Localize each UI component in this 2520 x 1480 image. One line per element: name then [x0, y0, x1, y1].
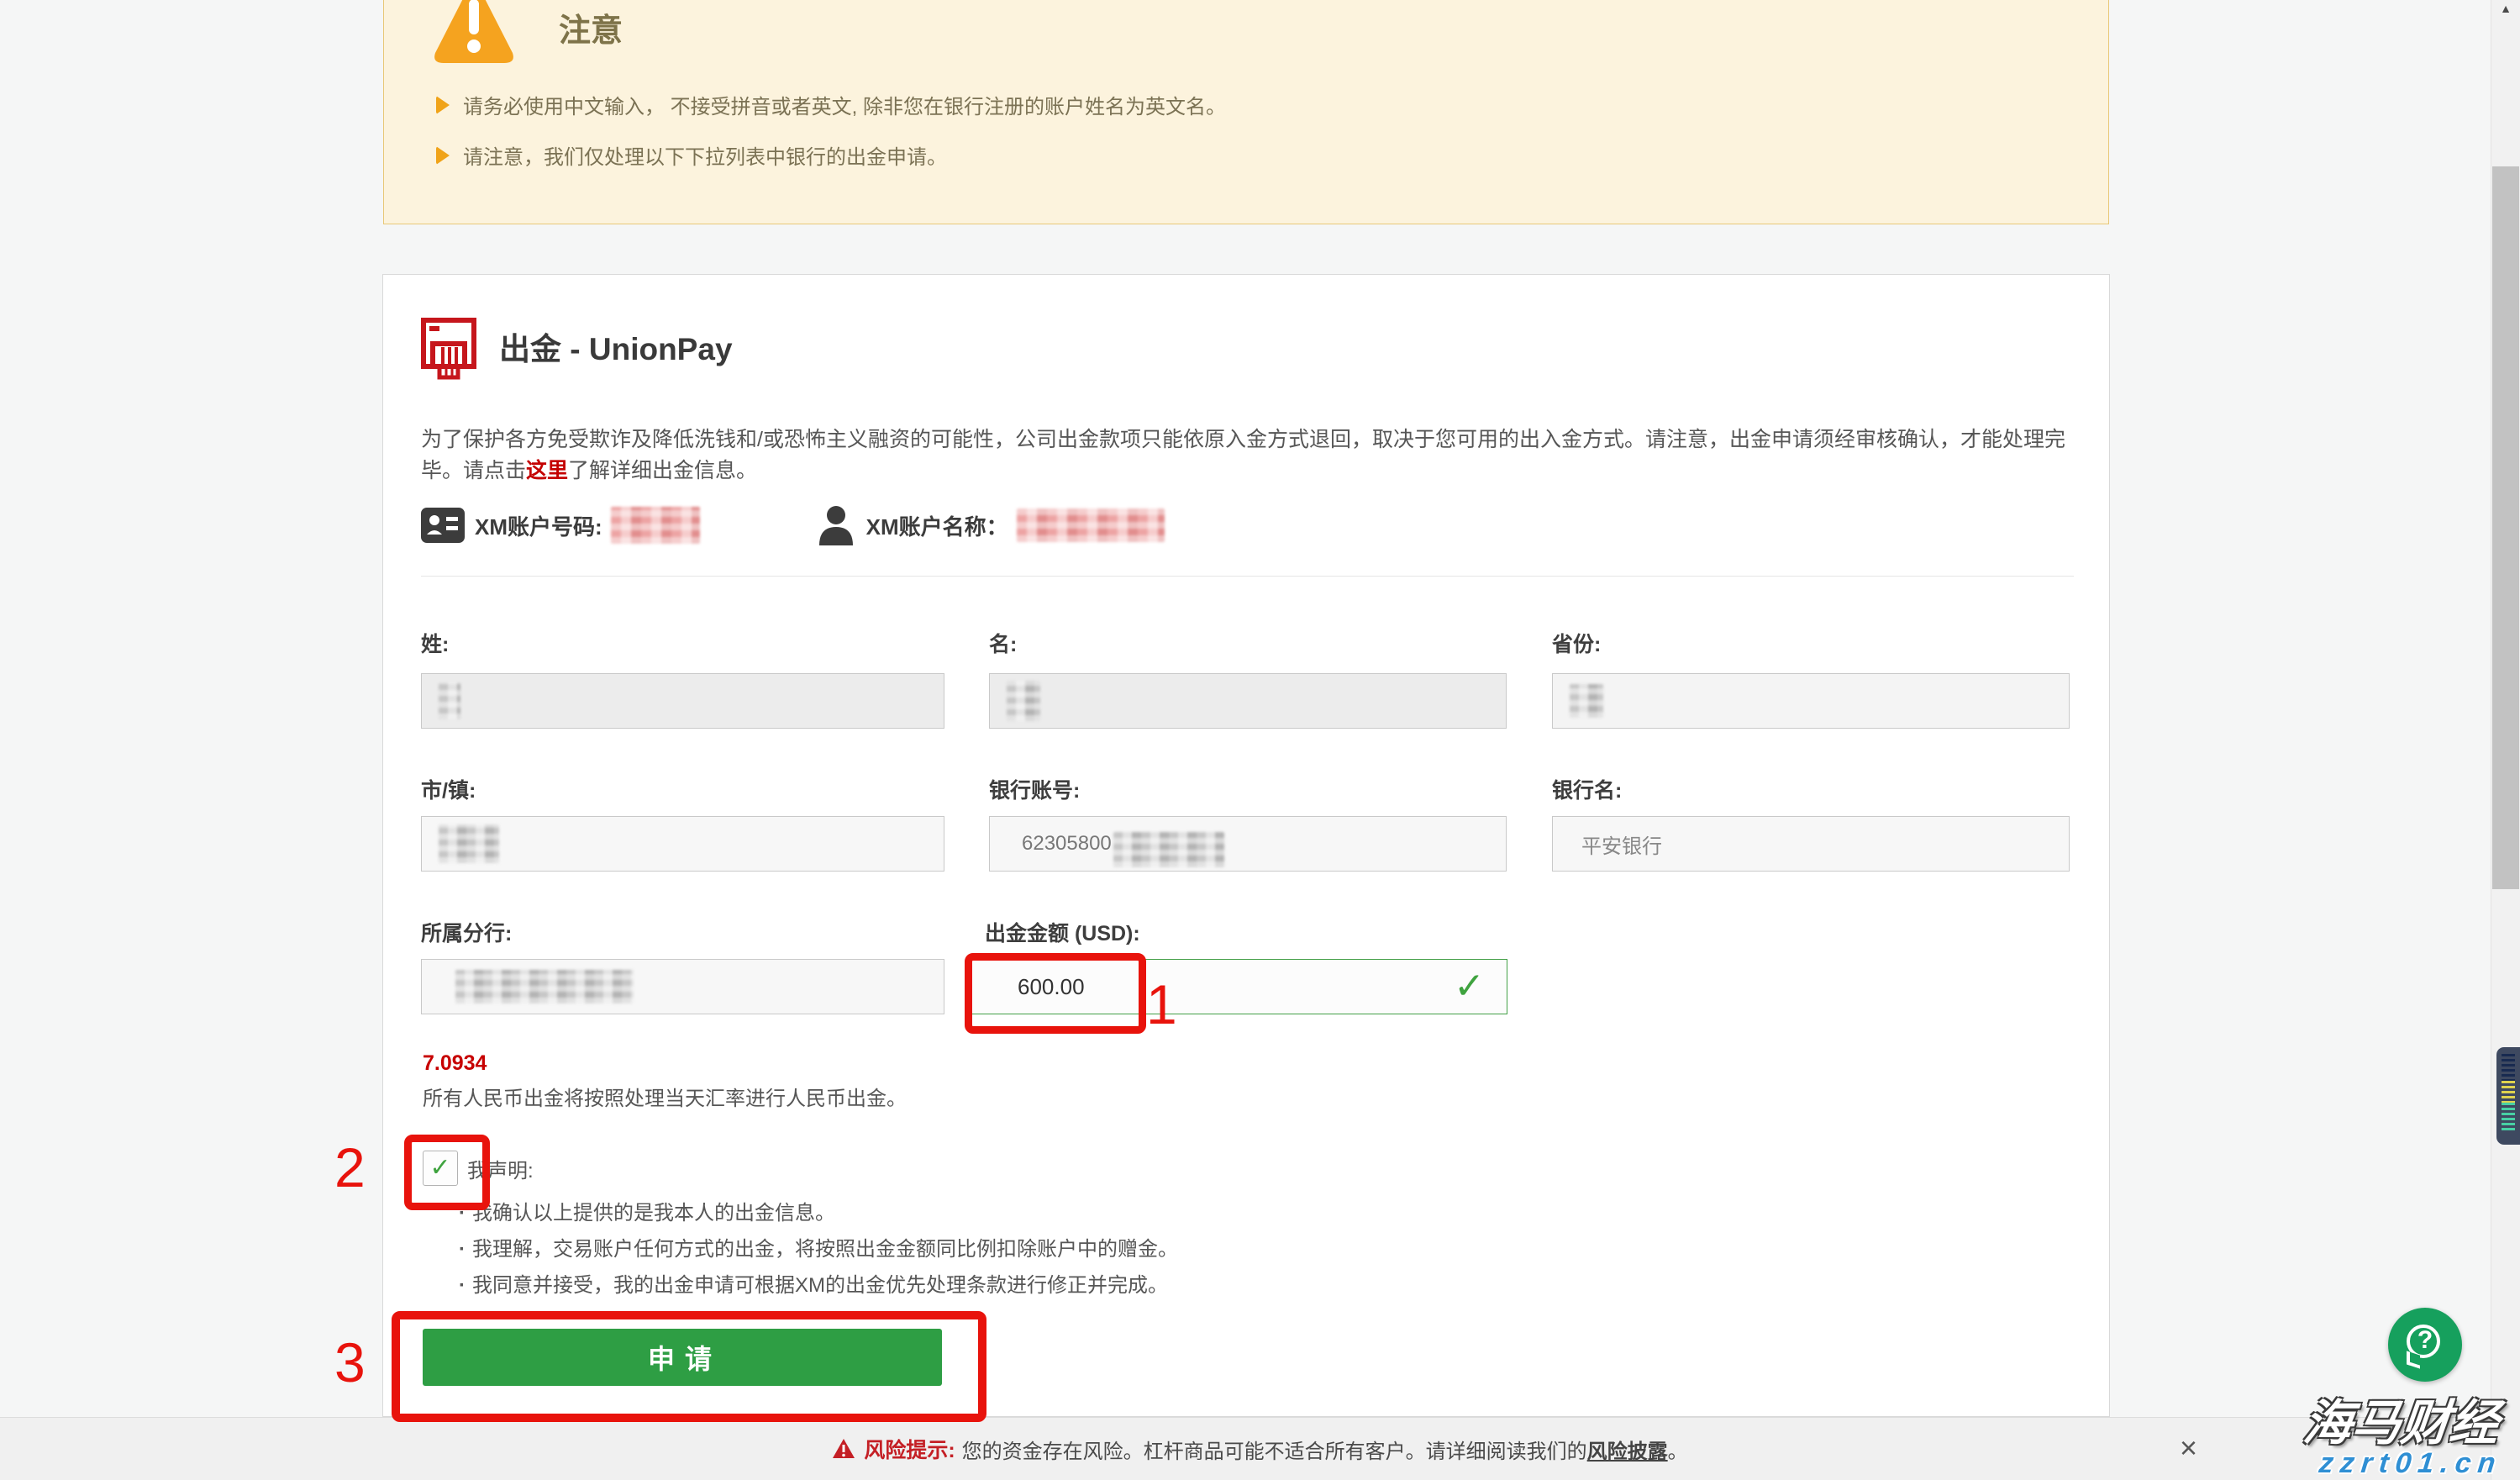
account-name-label: XM账户名称：	[866, 510, 1008, 541]
risk-text-suffix: 。	[1668, 1435, 1688, 1464]
bank-name-value: 平安银行	[1581, 830, 1662, 859]
notice-bullet-text: 请务必使用中文输入， 不接受拼音或者英文, 除非您在银行注册的账户姓名为英文名。	[463, 90, 1226, 119]
notice-title: 注意	[559, 4, 623, 50]
step2-highlight-box	[404, 1135, 490, 1210]
branch-field[interactable]	[421, 959, 944, 1014]
bank-account-label: 银行账号:	[989, 774, 1080, 804]
declaration-item: 我确认以上提供的是我本人的出金信息。	[459, 1196, 835, 1225]
bank-atm-icon	[420, 317, 477, 381]
bank-name-field[interactable]: 平安银行	[1552, 816, 2070, 872]
notice-bullet-text: 请注意，我们仅处理以下下拉列表中银行的出金申请。	[463, 140, 947, 170]
last-name-redacted	[439, 682, 460, 719]
warning-triangle-icon	[430, 0, 518, 66]
bank-account-redacted	[1113, 832, 1224, 867]
risk-disclosure-link[interactable]: 风险披露	[1587, 1435, 1668, 1464]
declaration-item: 我理解，交易账户任何方式的出金，将按照出金金额同比例扣除账户中的赠金。	[459, 1232, 1178, 1261]
scrollbar-thumb[interactable]	[2492, 166, 2519, 889]
notice-bullet-row: 请注意，我们仅处理以下下拉列表中银行的出金申请。	[436, 140, 947, 170]
bullet-arrow-icon	[436, 96, 450, 114]
intro-paragraph: 为了保护各方免受欺诈及降低洗钱和/或恐怖主义融资的可能性，公司出金款项只能依原入…	[421, 424, 2095, 487]
step1-number: 1	[1146, 977, 1177, 1032]
widget-yellow-bars	[2502, 1081, 2515, 1103]
account-number-label: XM账户号码:	[475, 510, 602, 541]
risk-warning-bar: 风险提示: 您的资金存在风险。杠杆商品可能不适合所有客户。请详细阅读我们的 风险…	[0, 1417, 2520, 1480]
bank-account-value: 62305800	[1022, 832, 1112, 856]
widget-teal-bars	[2502, 1103, 2515, 1133]
first-name-redacted	[1007, 681, 1040, 721]
last-name-label: 姓:	[421, 628, 449, 658]
bank-name-label: 银行名:	[1552, 774, 1622, 804]
bullet-arrow-icon	[436, 146, 450, 165]
step3-highlight-box	[392, 1311, 986, 1422]
risk-text: 您的资金存在风险。杠杆商品可能不适合所有客户。请详细阅读我们的	[962, 1435, 1587, 1464]
valid-check-icon: ✓	[1454, 968, 1485, 1005]
notice-box: 注意 请务必使用中文输入， 不接受拼音或者英文, 除非您在银行注册的账户姓名为英…	[383, 0, 2109, 224]
notice-bullet-row: 请务必使用中文输入， 不接受拼音或者英文, 除非您在银行注册的账户姓名为英文名。	[436, 90, 1226, 119]
close-icon[interactable]: ×	[2175, 1430, 2202, 1467]
exchange-rate-value: 7.0934	[423, 1051, 487, 1076]
account-number-redacted	[611, 507, 700, 544]
intro-text: 了解详细出金信息。	[568, 459, 757, 482]
widget-navy-bars	[2502, 1054, 2515, 1081]
branch-redacted	[455, 970, 634, 1003]
step3-number: 3	[334, 1335, 366, 1390]
city-label: 市/镇:	[421, 774, 476, 804]
account-info-row: XM账户号码: XM账户名称：	[421, 504, 1165, 546]
first-name-label: 名:	[989, 628, 1017, 658]
edge-extension-widget[interactable]	[2496, 1047, 2520, 1145]
city-redacted	[439, 824, 499, 863]
risk-label: 风险提示:	[864, 1434, 955, 1464]
withdrawal-page: 注意 请务必使用中文输入， 不接受拼音或者英文, 除非您在银行注册的账户姓名为英…	[0, 0, 2520, 1480]
step1-highlight-box	[965, 953, 1146, 1034]
province-field[interactable]	[1552, 673, 2070, 729]
help-button[interactable]: ?	[2388, 1308, 2462, 1382]
withdrawal-panel: 出金 - UnionPay 为了保护各方免受欺诈及降低洗钱和/或恐怖主义融资的可…	[382, 274, 2110, 1417]
question-mark-icon: ?	[2388, 1328, 2462, 1353]
here-link[interactable]: 这里	[526, 459, 568, 482]
risk-warning-icon	[832, 1438, 855, 1460]
person-icon	[818, 505, 855, 545]
account-name-redacted	[1017, 508, 1165, 542]
id-card-icon	[421, 506, 465, 545]
province-redacted	[1570, 684, 1603, 718]
scroll-up-arrow-icon[interactable]: ▲	[2494, 2, 2517, 15]
bank-account-field[interactable]: 62305800	[989, 816, 1507, 872]
first-name-field[interactable]	[989, 673, 1507, 729]
city-field[interactable]	[421, 816, 944, 872]
province-label: 省份:	[1552, 628, 1601, 658]
amount-label: 出金金额 (USD):	[985, 917, 1140, 947]
page-title: 出金 - UnionPay	[499, 324, 733, 369]
last-name-field[interactable]	[421, 673, 944, 729]
declaration-item: 我同意并接受，我的出金申请可根据XM的出金优先处理条款进行修正并完成。	[459, 1268, 1168, 1298]
branch-label: 所属分行:	[421, 917, 512, 947]
divider	[421, 576, 2074, 577]
step2-number: 2	[334, 1140, 366, 1195]
exchange-rate-note: 所有人民币出金将按照处理当天汇率进行人民币出金。	[423, 1082, 907, 1111]
